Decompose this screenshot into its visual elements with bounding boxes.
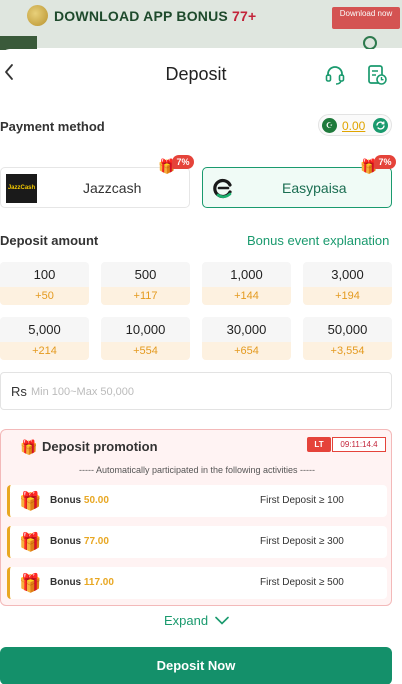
amount-bonus: +654 [202, 342, 291, 360]
payment-method-name: Easypaisa [282, 180, 347, 196]
amount-bonus: +50 [0, 287, 89, 305]
bonus-percent: 7% [172, 155, 194, 169]
deposit-now-button[interactable]: Deposit Now [0, 647, 392, 684]
amount-option[interactable]: 50,000 +3,554 [303, 317, 392, 360]
jazzcash-logo: JazzCash [6, 174, 37, 203]
activity-label: Bonus 50.00 [50, 495, 109, 506]
payment-method-label: Payment method [0, 119, 105, 134]
deposit-promotion-panel: 🎁 Deposit promotion LT 09:11:14.4 ----- … [0, 429, 392, 606]
refresh-icon [373, 118, 388, 133]
pakistan-flag-icon: ☪ [322, 118, 337, 133]
bonus-amount: 117.00 [83, 577, 114, 588]
currency-label: Rs [11, 384, 27, 399]
amount-bonus: +117 [101, 287, 190, 305]
promo-banner-amount: 77+ [232, 8, 257, 24]
amount-bonus: +194 [303, 287, 392, 305]
promotion-activity: 🎁 Bonus 50.00 First Deposit ≥ 100 [7, 485, 387, 517]
expand-button[interactable]: Expand [164, 613, 229, 628]
bonus-amount: 77.00 [83, 536, 109, 547]
promotion-title: Deposit promotion [42, 439, 158, 454]
amount-option[interactable]: 10,000 +554 [101, 317, 190, 360]
header: Deposit [0, 49, 402, 101]
expand-label: Expand [164, 613, 209, 628]
balance-pill: ☪ 0.00 [318, 114, 392, 136]
activity-label: Bonus 77.00 [50, 536, 109, 547]
amount-option[interactable]: 1,000 +144 [202, 262, 291, 305]
amount-option[interactable]: 500 +117 [101, 262, 190, 305]
balance-value: 0.00 [342, 119, 366, 133]
promotion-activity: 🎁 Bonus 77.00 First Deposit ≥ 300 [7, 526, 387, 558]
amount-input-field[interactable]: Rs [0, 372, 392, 410]
deposit-sheet: Deposit Payment method ☪ 0.00 JazzCash J… [0, 49, 402, 684]
amount-option[interactable]: 30,000 +654 [202, 317, 291, 360]
promo-banner-text: DOWNLOAD APP BONUS 77+ [54, 8, 256, 24]
activity-condition: First Deposit ≥ 300 [260, 536, 344, 547]
amount-bonus: +3,554 [303, 342, 392, 360]
gift-box-icon: 🎁 [19, 532, 42, 552]
amount-option[interactable]: 100 +50 [0, 262, 89, 305]
deposit-amount-label: Deposit amount [0, 233, 99, 248]
bonus-percent: 7% [374, 155, 396, 169]
refresh-balance-button[interactable] [372, 117, 389, 134]
payment-method-jazzcash[interactable]: JazzCash Jazzcash 🎁 7% [0, 155, 194, 208]
promo-banner-label: DOWNLOAD APP BONUS [54, 8, 233, 24]
payment-method-easypaisa[interactable]: Easypaisa 🎁 7% [202, 155, 396, 208]
deposit-history-button[interactable] [366, 64, 388, 86]
payment-method-name: Jazzcash [83, 180, 142, 196]
bonus-text: Bonus [50, 577, 84, 588]
bonus-amount: 50.00 [83, 495, 109, 506]
amount-bonus: +214 [0, 342, 89, 360]
download-now-button[interactable]: Download now [332, 7, 400, 29]
promo-banner: DOWNLOAD APP BONUS 77+ Download now [0, 0, 402, 50]
amount-option[interactable]: 3,000 +194 [303, 262, 392, 305]
activity-condition: First Deposit ≥ 500 [260, 577, 344, 588]
search-icon [363, 36, 377, 50]
amount-option[interactable]: 5,000 +214 [0, 317, 89, 360]
amount-value: 10,000 [125, 322, 166, 337]
chevron-down-icon [214, 616, 229, 625]
amount-bonus: +554 [101, 342, 190, 360]
amount-bonus: +144 [202, 287, 291, 305]
countdown-timer: 09:11:14.4 [332, 437, 386, 452]
amount-value: 500 [134, 267, 157, 282]
bonus-text: Bonus [50, 536, 84, 547]
amount-value: 50,000 [327, 322, 368, 337]
activity-label: Bonus 117.00 [50, 577, 114, 588]
bonus-explanation-link[interactable]: Bonus event explanation [247, 233, 389, 248]
amount-input[interactable] [31, 381, 371, 403]
coin-icon [27, 5, 48, 26]
bonus-badge: 🎁 7% [158, 155, 198, 175]
gift-box-icon: 🎁 [19, 491, 42, 511]
customer-service-button[interactable] [324, 64, 346, 86]
gift-box-icon: 🎁 [19, 573, 42, 593]
easypaisa-logo [213, 177, 235, 199]
promotion-activity: 🎁 Bonus 117.00 First Deposit ≥ 500 [7, 567, 387, 599]
gift-icon: 🎁 [20, 439, 38, 455]
limited-time-badge: LT [307, 437, 331, 452]
bonus-badge: 🎁 7% [360, 155, 400, 175]
app-logo [0, 36, 37, 50]
bonus-text: Bonus [50, 495, 84, 506]
headset-icon [325, 66, 345, 85]
amount-value: 5,000 [28, 322, 61, 337]
amount-value: 30,000 [226, 322, 267, 337]
history-icon [368, 65, 387, 85]
amount-value: 1,000 [230, 267, 263, 282]
activity-condition: First Deposit ≥ 100 [260, 495, 344, 506]
promotion-subtitle: ----- Automatically participated in the … [78, 465, 316, 475]
amount-value: 3,000 [331, 267, 364, 282]
amount-value: 100 [33, 267, 56, 282]
